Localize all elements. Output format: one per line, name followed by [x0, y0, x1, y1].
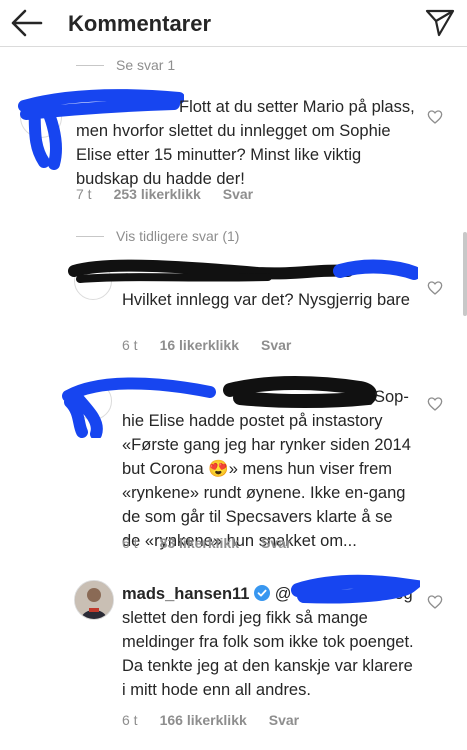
previous-replies-label: Vis tidligere svar (1)	[116, 228, 240, 244]
likes-count[interactable]: 166 likerklikk	[160, 712, 247, 728]
verified-badge-icon	[254, 585, 271, 601]
reply-button[interactable]: Svar	[269, 712, 299, 728]
heart-icon[interactable]	[427, 594, 443, 610]
reply-button[interactable]: Svar	[261, 337, 291, 353]
reply-text: Hvilket innlegg var det? Nysgjerrig bare	[122, 291, 410, 309]
previous-replies-link[interactable]: Vis tidligere svar (1)	[76, 228, 239, 244]
scrollbar[interactable]	[463, 232, 467, 316]
reply-button[interactable]: Svar	[261, 535, 291, 551]
reply-meta: 6 t 16 likerklikk Svar	[122, 337, 313, 353]
reply-text: Sop- hie Elise hadde postet på instastor…	[122, 388, 411, 550]
reply-time: 6 t	[122, 535, 138, 551]
page-title: Kommentarer	[68, 11, 212, 36]
direct-message-icon[interactable]	[425, 9, 455, 37]
comment-time: 7 t	[76, 186, 92, 202]
mention[interactable]: @	[275, 585, 292, 603]
see-replies-label: Se svar 1	[116, 57, 176, 73]
likes-count[interactable]: 16 likerklikk	[160, 337, 239, 353]
redaction-scribble	[68, 259, 418, 283]
avatar-photo[interactable]	[74, 580, 114, 620]
redaction-scribble	[291, 574, 420, 604]
username[interactable]: mads_hansen11	[122, 585, 250, 603]
comment-meta: 7 t 253 likerklikk Svar	[76, 186, 275, 202]
divider-line	[76, 64, 104, 66]
top-bar: Kommentarer	[0, 0, 467, 47]
heart-icon[interactable]	[427, 109, 443, 125]
see-replies-link[interactable]: Se svar 1	[76, 57, 175, 73]
reply-time: 6 t	[122, 337, 138, 353]
divider-line	[76, 235, 104, 237]
reply-button[interactable]: Svar	[223, 186, 253, 202]
reply-time: 6 t	[122, 712, 138, 728]
reply-meta: 6 t 166 likerklikk Svar	[122, 712, 321, 728]
heart-icon[interactable]	[427, 280, 443, 296]
comment-text: Flott at du setter Mario på plass, men h…	[76, 98, 415, 188]
likes-count[interactable]: 83 likerklikk	[160, 535, 239, 551]
reply-meta: 6 t 83 likerklikk Svar	[122, 535, 313, 551]
likes-count[interactable]: 253 likerklikk	[114, 186, 201, 202]
heart-icon[interactable]	[427, 396, 443, 412]
back-arrow-icon[interactable]	[10, 8, 44, 38]
